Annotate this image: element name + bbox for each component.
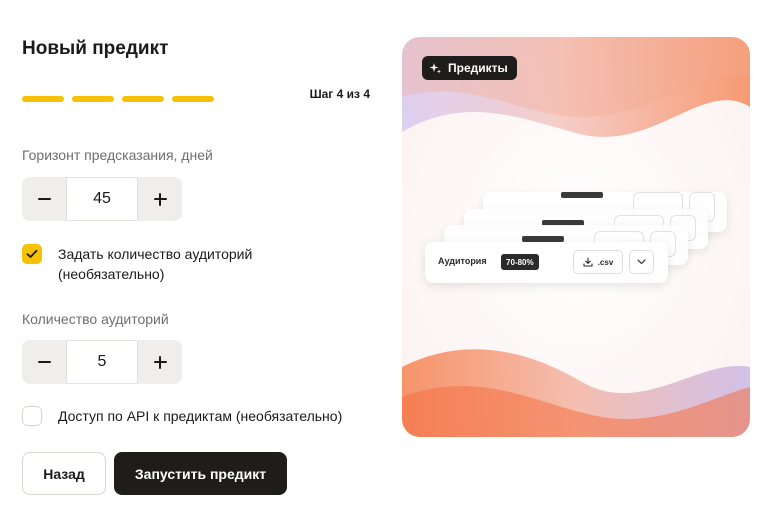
minus-icon [37, 361, 51, 363]
sparkle-icon [429, 62, 441, 73]
run-predict-button[interactable]: Запустить предикт [114, 452, 287, 495]
api-access-label: Доступ по API к предиктам (необязательно… [58, 408, 343, 424]
set-audiences-label: Задать количество аудиторий (необязатель… [58, 246, 253, 282]
horizon-increment-button[interactable] [138, 177, 182, 221]
audience-card: Аудитория 70-80% .csv [425, 242, 668, 283]
download-csv-chip: .csv [573, 250, 623, 274]
range-badge: 70-80% [501, 254, 539, 270]
minus-icon [37, 198, 51, 200]
api-access-option[interactable]: Доступ по API к предиктам (необязательно… [22, 406, 342, 426]
step-progress [22, 96, 214, 102]
promo-illustration: Предикты Аудитория 70-80% .csv [402, 37, 750, 437]
set-audiences-option[interactable]: Задать количество аудиторий (необязатель… [22, 244, 288, 284]
step-counter: Шаг 4 из 4 [309, 87, 370, 101]
plus-icon [153, 192, 167, 206]
audience-card-label: Аудитория [438, 256, 487, 266]
predicts-pill: Предикты [422, 56, 517, 80]
audience-count-decrement-button[interactable] [22, 340, 66, 384]
step-segment-3 [122, 96, 164, 102]
ghost-badge [561, 192, 603, 198]
audience-count-stepper: 5 [22, 340, 182, 384]
download-icon [583, 257, 593, 267]
step-segment-2 [72, 96, 114, 102]
download-csv-label: .csv [597, 257, 614, 267]
horizon-stepper: 45 [22, 177, 182, 221]
api-access-checkbox[interactable] [22, 406, 42, 426]
checkmark-icon [26, 249, 38, 258]
set-audiences-checkbox[interactable] [22, 244, 42, 264]
chevron-down-icon [637, 259, 646, 265]
audience-count-increment-button[interactable] [138, 340, 182, 384]
back-button[interactable]: Назад [22, 452, 106, 495]
audience-count-label: Количество аудиторий [22, 311, 169, 327]
step-segment-1 [22, 96, 64, 102]
predicts-pill-label: Предикты [448, 61, 508, 75]
audience-count-value-input[interactable]: 5 [66, 340, 138, 384]
step-segment-4 [172, 96, 214, 102]
plus-icon [153, 355, 167, 369]
page-title: Новый предикт [22, 38, 169, 59]
dropdown-chip [629, 250, 654, 274]
horizon-decrement-button[interactable] [22, 177, 66, 221]
horizon-value-input[interactable]: 45 [66, 177, 138, 221]
horizon-label: Горизонт предсказания, дней [22, 147, 213, 163]
